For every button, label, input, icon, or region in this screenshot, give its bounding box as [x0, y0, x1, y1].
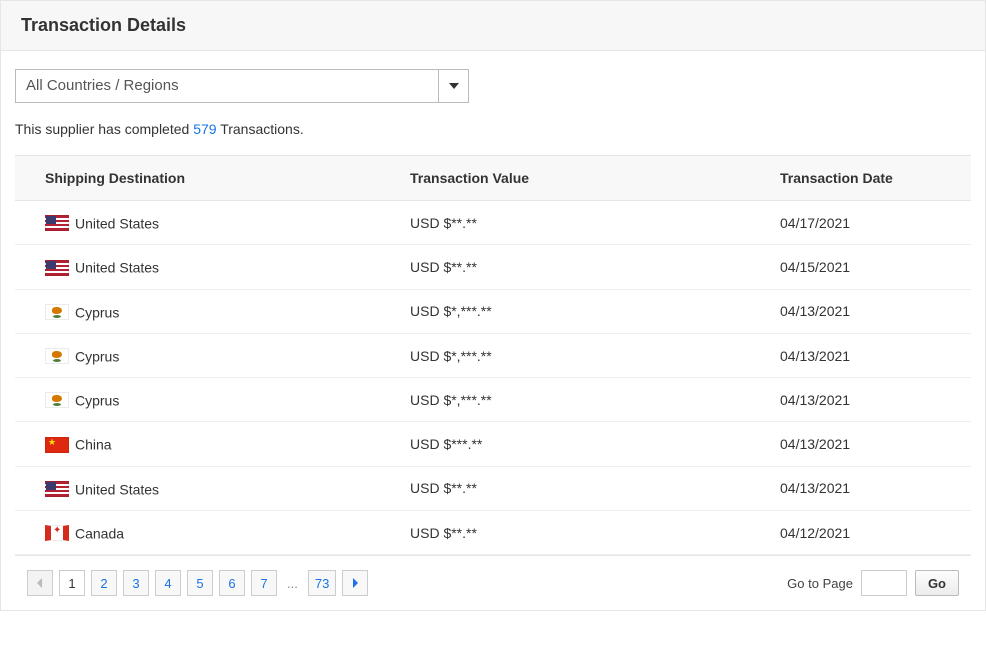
country-filter-dropdown[interactable]: All Countries / Regions — [15, 69, 469, 103]
goto-page-input[interactable] — [861, 570, 907, 596]
transaction-value: USD $*,***.** — [380, 333, 750, 377]
country-name: Cyprus — [75, 392, 119, 408]
goto-label: Go to Page — [787, 576, 853, 591]
transaction-value: USD $***.** — [380, 422, 750, 466]
flag-icon — [45, 481, 69, 497]
table-row: China USD $***.**04/13/2021 — [15, 422, 971, 466]
page-button[interactable]: 7 — [251, 570, 277, 596]
flag-icon — [45, 392, 69, 408]
table-row: United States USD $**.**04/15/2021 — [15, 245, 971, 289]
transactions-table: Shipping Destination Transaction Value T… — [15, 155, 971, 555]
chevron-down-icon[interactable] — [438, 70, 468, 102]
table-row: United States USD $**.**04/17/2021 — [15, 201, 971, 245]
page-button[interactable]: 5 — [187, 570, 213, 596]
page-title: Transaction Details — [21, 15, 965, 36]
transaction-value: USD $*,***.** — [380, 378, 750, 422]
transaction-value: USD $**.** — [380, 466, 750, 510]
col-header-value: Transaction Value — [380, 156, 750, 201]
prev-page-button[interactable] — [27, 570, 53, 596]
table-row: Cyprus USD $*,***.**04/13/2021 — [15, 333, 971, 377]
transaction-date: 04/13/2021 — [750, 289, 971, 333]
dropdown-selected-text: All Countries / Regions — [16, 70, 438, 102]
transaction-value: USD $**.** — [380, 201, 750, 245]
flag-icon — [45, 215, 69, 231]
page-button-last[interactable]: 73 — [308, 570, 336, 596]
table-row: Canada USD $**.**04/12/2021 — [15, 511, 971, 555]
summary-text: This supplier has completed 579 Transact… — [15, 121, 971, 137]
flag-icon — [45, 437, 69, 453]
country-name: United States — [75, 215, 159, 231]
transaction-date: 04/12/2021 — [750, 511, 971, 555]
country-name: Cyprus — [75, 348, 119, 364]
transaction-date: 04/15/2021 — [750, 245, 971, 289]
transaction-date: 04/13/2021 — [750, 333, 971, 377]
table-row: United States USD $**.**04/13/2021 — [15, 466, 971, 510]
country-name: United States — [75, 481, 159, 497]
transaction-date: 04/13/2021 — [750, 422, 971, 466]
page-button[interactable]: 4 — [155, 570, 181, 596]
flag-icon — [45, 525, 69, 541]
col-header-destination: Shipping Destination — [15, 156, 380, 201]
panel-body: All Countries / Regions This supplier ha… — [1, 51, 985, 610]
go-button[interactable]: Go — [915, 570, 959, 596]
page-ellipsis: ... — [283, 576, 302, 591]
pagination-bar: 1 234567 ... 73 Go to Page Go — [15, 555, 971, 610]
table-row: Cyprus USD $*,***.**04/13/2021 — [15, 289, 971, 333]
flag-icon — [45, 304, 69, 320]
table-row: Cyprus USD $*,***.**04/13/2021 — [15, 378, 971, 422]
country-name: United States — [75, 260, 159, 276]
transaction-date: 04/13/2021 — [750, 378, 971, 422]
summary-suffix: Transactions. — [217, 121, 304, 137]
transaction-value: USD $**.** — [380, 245, 750, 289]
page-button[interactable]: 6 — [219, 570, 245, 596]
country-name: Canada — [75, 525, 124, 541]
panel-header: Transaction Details — [1, 1, 985, 51]
transaction-date: 04/17/2021 — [750, 201, 971, 245]
col-header-date: Transaction Date — [750, 156, 971, 201]
flag-icon — [45, 260, 69, 276]
country-name: China — [75, 437, 112, 453]
page-button-current: 1 — [59, 570, 85, 596]
flag-icon — [45, 348, 69, 364]
transaction-count-link[interactable]: 579 — [193, 121, 216, 137]
summary-prefix: This supplier has completed — [15, 121, 193, 137]
transaction-details-panel: Transaction Details All Countries / Regi… — [0, 0, 986, 611]
transaction-date: 04/13/2021 — [750, 466, 971, 510]
page-button[interactable]: 2 — [91, 570, 117, 596]
transaction-value: USD $*,***.** — [380, 289, 750, 333]
next-page-button[interactable] — [342, 570, 368, 596]
country-name: Cyprus — [75, 304, 119, 320]
goto-page-group: Go to Page Go — [787, 570, 959, 596]
page-list: 1 234567 ... 73 — [27, 570, 368, 596]
page-button[interactable]: 3 — [123, 570, 149, 596]
transaction-value: USD $**.** — [380, 511, 750, 555]
filter-row: All Countries / Regions — [15, 69, 971, 103]
